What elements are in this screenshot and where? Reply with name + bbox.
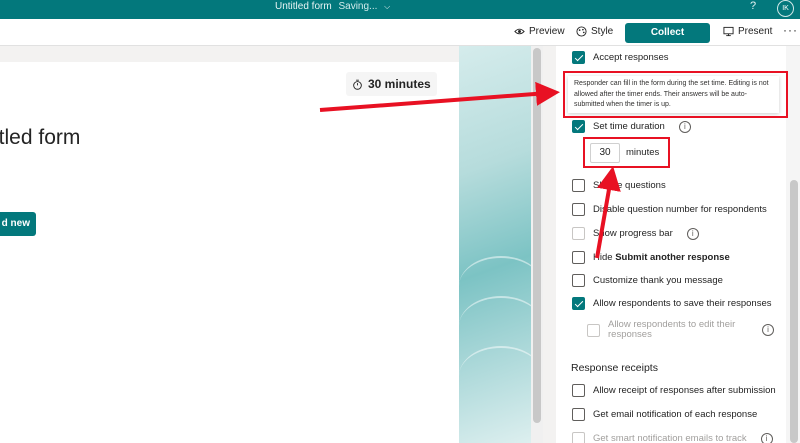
option-label: Accept responses (593, 52, 669, 63)
form-canvas: 30 minutes itled form d new (0, 46, 543, 443)
avatar[interactable]: IK (777, 0, 794, 17)
checkbox[interactable] (572, 432, 585, 443)
canvas-scrollbar-thumb[interactable] (533, 48, 541, 423)
highlight-box-duration (583, 137, 670, 168)
option-save-responses[interactable]: Allow respondents to save their response… (572, 297, 772, 310)
timer-label: 30 minutes (368, 77, 431, 91)
option-set-time-duration[interactable]: Set time duration i (572, 120, 691, 133)
preview-button[interactable]: Preview (514, 26, 565, 37)
option-edit-responses[interactable]: Allow respondents to edit their response… (587, 320, 774, 340)
option-label: Get smart notification emails to track (593, 433, 747, 443)
palette-icon (576, 26, 587, 37)
collect-responses-button[interactable]: Collect responses (625, 23, 710, 58)
response-receipts-heading: Response receipts (571, 362, 658, 374)
monitor-icon (723, 26, 734, 37)
add-new-button[interactable]: d new (0, 212, 36, 236)
option-label: Show progress bar (593, 228, 673, 239)
chevron-down-icon[interactable]: ⌵ (384, 2, 390, 11)
highlight-box-tooltip (563, 71, 788, 118)
checkbox[interactable] (587, 323, 600, 337)
form-card: 30 minutes itled form d new (0, 62, 459, 443)
help-icon[interactable]: ? (750, 0, 756, 12)
save-status: Saving... (338, 1, 378, 12)
title-bar: Untitled form Saving... ⌵ ? IK (0, 0, 800, 19)
panel-scrollbar-thumb[interactable] (790, 180, 798, 443)
checkbox[interactable] (572, 251, 585, 264)
option-label: Hide Submit another response (593, 252, 730, 263)
checkbox-checked[interactable] (572, 120, 585, 133)
checkbox[interactable] (572, 179, 585, 192)
timer-badge: 30 minutes (346, 72, 437, 96)
option-label: Allow receipt of responses after submiss… (593, 385, 776, 396)
option-accept-responses[interactable]: Accept responses (572, 51, 669, 64)
option-label: Get email notification of each response (593, 409, 758, 420)
option-label: Customize thank you message (593, 275, 723, 286)
stopwatch-icon (353, 79, 362, 90)
info-icon[interactable]: i (760, 432, 773, 443)
option-label: Set time duration (593, 121, 665, 132)
option-smart-notification[interactable]: Get smart notification emails to track i (572, 432, 773, 443)
preview-label: Preview (529, 26, 565, 37)
option-label: Allow respondents to save their response… (593, 298, 772, 309)
present-button[interactable]: Present (723, 26, 772, 37)
option-hide-submit-another[interactable]: Hide Submit another response (572, 251, 730, 264)
toolbar: Preview Style Collect responses Present … (0, 19, 800, 58)
option-customize-thank-you[interactable]: Customize thank you message (572, 274, 723, 287)
checkbox[interactable] (572, 408, 585, 421)
info-icon[interactable]: i (762, 324, 774, 336)
more-options-icon[interactable]: ··· (783, 23, 798, 37)
option-label: Allow respondents to edit their response… (608, 319, 736, 340)
option-shuffle-questions[interactable]: Shuffle questions (572, 179, 666, 192)
style-label: Style (591, 26, 614, 37)
header-title: Untitled form (275, 1, 332, 12)
checkbox[interactable] (572, 203, 585, 216)
checkbox[interactable] (572, 227, 585, 240)
option-email-notification[interactable]: Get email notification of each response (572, 408, 757, 421)
checkbox[interactable] (572, 274, 585, 287)
eye-icon (514, 28, 525, 35)
info-icon[interactable]: i (678, 120, 691, 133)
option-label: Shuffle questions (593, 180, 666, 191)
option-show-progress-bar[interactable]: Show progress bar i (572, 227, 699, 240)
present-label: Present (738, 26, 773, 37)
option-label: Disable question number for respondents (593, 204, 767, 215)
style-button[interactable]: Style (576, 26, 613, 37)
form-title[interactable]: itled form (0, 126, 80, 150)
option-receipt-after-submission[interactable]: Allow receipt of responses after submiss… (572, 384, 776, 397)
checkbox[interactable] (572, 384, 585, 397)
info-icon[interactable]: i (686, 227, 699, 240)
checkbox-checked[interactable] (572, 51, 585, 64)
checkbox-checked[interactable] (572, 297, 585, 310)
form-title-header[interactable]: Untitled form Saving... ⌵ (275, 1, 390, 12)
option-disable-question-number[interactable]: Disable question number for respondents (572, 203, 767, 216)
